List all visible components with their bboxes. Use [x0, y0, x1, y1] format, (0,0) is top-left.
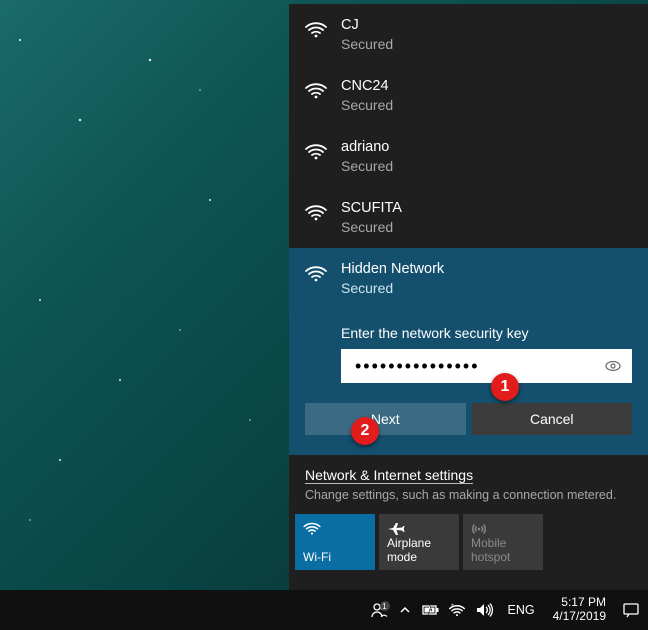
wifi-tile[interactable]: Wi-Fi	[295, 514, 375, 570]
people-icon[interactable]	[370, 601, 388, 619]
tile-label-l1: Mobile	[471, 536, 537, 550]
network-flyout: CJ Secured CNC24 Secured adriano Secured	[289, 4, 648, 590]
network-item[interactable]: SCUFITA Secured	[289, 187, 648, 248]
network-text: CNC24 Secured	[341, 77, 393, 114]
hotspot-tile[interactable]: Mobile hotspot	[463, 514, 543, 570]
network-name: adriano	[341, 138, 393, 157]
volume-icon[interactable]	[474, 601, 496, 619]
network-name: CNC24	[341, 77, 393, 96]
taskbar: * ENG 5:17 PM 4/17/2019	[0, 590, 648, 630]
network-name: CJ	[341, 16, 393, 35]
show-hidden-icons[interactable]	[396, 601, 414, 619]
settings-subtext: Change settings, such as making a connec…	[305, 488, 632, 502]
connect-section: Enter the network security key Next Canc…	[305, 325, 632, 435]
airplane-icon	[387, 521, 405, 537]
network-status: Secured	[341, 279, 444, 297]
password-field-wrap[interactable]	[341, 349, 632, 383]
network-item[interactable]: adriano Secured	[289, 126, 648, 187]
tile-label: Wi-Fi	[303, 550, 369, 564]
network-status: Secured	[341, 96, 393, 114]
tile-label: Airplane mode	[387, 536, 453, 564]
wifi-icon	[305, 20, 327, 38]
cancel-button[interactable]: Cancel	[472, 403, 633, 435]
svg-text:*: *	[451, 603, 454, 610]
next-button[interactable]: Next	[305, 403, 466, 435]
wifi-tray-icon[interactable]: *	[448, 601, 466, 619]
network-name: SCUFITA	[341, 199, 402, 218]
network-text: CJ Secured	[341, 16, 393, 53]
quick-actions: Wi-Fi Airplane mode Mobile hotspot	[289, 514, 648, 576]
network-name: Hidden Network	[341, 260, 444, 279]
airplane-tile[interactable]: Airplane mode	[379, 514, 459, 570]
clock[interactable]: 5:17 PM 4/17/2019	[547, 596, 612, 624]
date-text: 4/17/2019	[553, 610, 606, 624]
security-key-label: Enter the network security key	[341, 325, 632, 341]
network-item[interactable]: CNC24 Secured	[289, 65, 648, 126]
language-indicator[interactable]: ENG	[504, 601, 539, 619]
hotspot-icon	[471, 521, 487, 537]
annotation-callout-1: 1	[491, 373, 519, 401]
network-list: CJ Secured CNC24 Secured adriano Secured	[289, 4, 648, 455]
wifi-icon	[303, 521, 321, 535]
network-status: Secured	[341, 35, 393, 53]
network-status: Secured	[341, 218, 402, 236]
network-text: adriano Secured	[341, 138, 393, 175]
settings-area: Network & Internet settings Change setti…	[289, 455, 648, 514]
network-settings-link[interactable]: Network & Internet settings	[305, 467, 473, 484]
time-text: 5:17 PM	[561, 596, 606, 610]
password-input[interactable]	[355, 356, 594, 377]
annotation-callout-2: 2	[351, 417, 379, 445]
reveal-password-icon[interactable]	[604, 357, 622, 375]
tile-label-l2: hotspot	[471, 550, 537, 564]
wifi-icon	[305, 264, 327, 282]
network-text: Hidden Network Secured	[341, 260, 444, 297]
battery-icon[interactable]	[422, 601, 440, 619]
wifi-icon	[305, 81, 327, 99]
network-status: Secured	[341, 157, 393, 175]
wifi-icon	[305, 142, 327, 160]
wifi-icon	[305, 203, 327, 221]
action-center-icon[interactable]	[620, 599, 642, 621]
network-item-selected[interactable]: Hidden Network Secured Enter the network…	[289, 248, 648, 455]
network-text: SCUFITA Secured	[341, 199, 402, 236]
network-item[interactable]: CJ Secured	[289, 4, 648, 65]
